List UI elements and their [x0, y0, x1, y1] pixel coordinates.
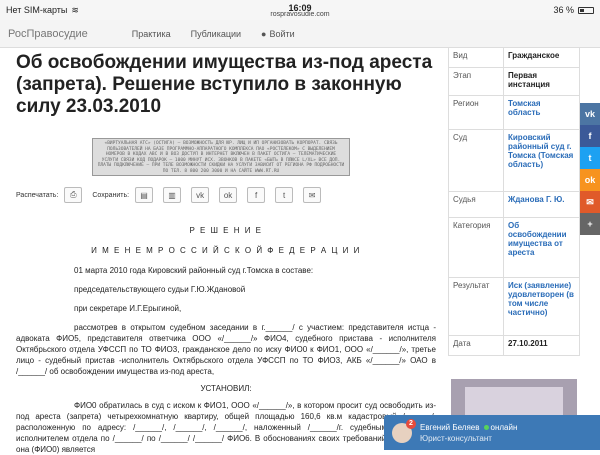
main-content: Об освобождении имущества из-под ареста … — [16, 52, 436, 118]
doc-paragraph: 01 марта 2010 года Кировский районный су… — [74, 266, 314, 275]
battery-percent: 36 % — [553, 5, 574, 15]
share-ok-button[interactable]: ok — [219, 187, 238, 203]
doc-subheading: И М Е Н Е М Р О С С И Й С К О Й Ф Е Д Е … — [91, 246, 361, 255]
consultant-name: Евгений Беляев — [420, 422, 480, 432]
info-key: Суд — [448, 129, 504, 192]
ios-status-bar: Нет SIM-карты ≋ 16:09 rospravosudie.com … — [0, 0, 600, 20]
consultant-role: Юрист-консультант — [420, 433, 492, 443]
mail-icon: ✉ — [308, 190, 316, 200]
vk-icon[interactable]: vk — [580, 103, 600, 125]
table-row: Дата 27.10.2011 — [448, 335, 580, 356]
info-value: 27.10.2011 — [503, 335, 580, 356]
mail-icon[interactable]: ✉ — [580, 191, 600, 213]
facebook-icon: f — [254, 190, 258, 200]
case-info-sidebar: Вид Гражданское Этап Первая инстанция Реги… — [448, 47, 580, 356]
nav-publications[interactable]: Публикации — [191, 29, 241, 39]
save-label: Сохранить: — [92, 191, 130, 199]
info-key: Вид — [448, 47, 504, 68]
facebook-icon[interactable]: f — [580, 125, 600, 147]
user-icon: ● — [261, 28, 267, 39]
vk-icon: vk — [196, 190, 205, 200]
table-row: Суд Кировский районный суд г. Томска (Том… — [448, 129, 580, 192]
battery-fill — [580, 8, 584, 12]
nav-login-label: Войти — [269, 28, 295, 39]
save-doc-button[interactable]: ▤ — [135, 187, 154, 203]
info-key: Категория — [448, 217, 504, 278]
info-key: Дата — [448, 335, 504, 356]
battery-area: 36 % — [553, 5, 594, 15]
category-link[interactable]: Об освобождении имущества от ареста — [503, 217, 580, 278]
info-key: Результат — [448, 277, 504, 336]
twitter-icon[interactable]: t — [580, 147, 600, 169]
nav-links: Практика Публикации ● Войти — [132, 29, 295, 39]
battery-icon — [578, 6, 594, 14]
nav-login[interactable]: ● Войти — [261, 29, 295, 39]
document-text: Р Е Ш Е Н И Е И М Е Н Е М Р О С С И Й С … — [16, 225, 436, 455]
doc-paragraph: председательствующего судьи Г.Ю.Ждановой — [74, 285, 246, 294]
doc-paragraph: при секретаре И.Г.Ерыгиной, — [74, 304, 182, 313]
twitter-icon: t — [282, 190, 286, 200]
wifi-icon: ≋ — [71, 4, 79, 15]
share-mail-button[interactable]: ✉ — [303, 187, 322, 203]
doc-paragraph: ФИО0 обратилась в суд с иском к ФИО1, ОО… — [16, 401, 436, 454]
odnoklassniki-icon[interactable]: ok — [580, 169, 600, 191]
case-info-table: Вид Гражданское Этап Первая инстанция Реги… — [448, 47, 580, 356]
chat-widget[interactable]: 2 Евгений Беляев онлайн Юрист-консультант — [384, 415, 600, 450]
region-link[interactable]: Томская область — [503, 95, 580, 130]
info-key: Этап — [448, 67, 504, 96]
printer-icon: ⎙ — [70, 190, 77, 199]
info-value: Гражданское — [503, 47, 580, 68]
table-row: Регион Томская область — [448, 95, 580, 130]
ad-banner[interactable]: «ВИРТУАЛЬНАЯ АТС» (ОСТИГА) — ВОЗМОЖНОСТЬ… — [92, 138, 350, 176]
doc-heading: Р Е Ш Е Н И Е — [189, 226, 263, 235]
share-vk-button[interactable]: vk — [191, 187, 210, 203]
page-title: Об освобождении имущества из-под ареста … — [16, 52, 433, 117]
consultant-status: онлайн — [490, 422, 518, 432]
print-button[interactable]: ⎙ — [64, 187, 83, 203]
doc-paragraph: УСТАНОВИЛ: — [200, 384, 252, 393]
table-row: Судья Жданова Г. Ю. — [448, 191, 580, 218]
doc-paragraph: рассмотрев в открытом судебном заседании… — [16, 323, 436, 376]
social-share-bar: vk f t ok ✉ + — [580, 103, 600, 235]
notification-badge: 2 — [406, 418, 416, 429]
table-row: Категория Об освобождении имущества от ар… — [448, 217, 580, 278]
info-key: Регион — [448, 95, 504, 130]
table-row: Вид Гражданское — [448, 47, 580, 68]
document-toolbar: Распечатать: ⎙ Сохранить: ▤ ▥ vk ok f t … — [16, 185, 436, 205]
share-twitter-button[interactable]: t — [275, 187, 294, 203]
print-label: Распечатать: — [16, 191, 59, 199]
carrier-area: Нет SIM-карты ≋ — [6, 5, 79, 16]
avatar: 2 — [392, 418, 416, 443]
judge-link[interactable]: Жданова Г. Ю. — [503, 191, 580, 218]
table-row: Результат Иск (заявление) удовлетворен (в… — [448, 277, 580, 336]
site-navbar: РосПравосудие Практика Публикации ● Войт… — [0, 20, 600, 48]
info-value: Первая инстанция — [503, 67, 580, 96]
share-facebook-button[interactable]: f — [247, 187, 266, 203]
doc-icon: ▤ — [140, 190, 148, 200]
nav-practice[interactable]: Практика — [132, 29, 171, 39]
pdf-icon: ▥ — [168, 190, 176, 200]
court-link[interactable]: Кировский районный суд г. Томска (Томска… — [503, 129, 580, 192]
save-pdf-button[interactable]: ▥ — [163, 187, 182, 203]
site-logo[interactable]: РосПравосудие — [8, 28, 88, 40]
more-icon[interactable]: + — [580, 213, 600, 235]
online-indicator-icon — [483, 424, 489, 430]
result-link[interactable]: Иск (заявление) удовлетворен (в том числ… — [503, 277, 580, 336]
odnoklassniki-icon: ok — [223, 190, 233, 200]
table-row: Этап Первая инстанция — [448, 67, 580, 96]
chat-info: Евгений Беляев онлайн Юрист-консультант — [420, 422, 517, 444]
status-time: 16:09 — [288, 3, 312, 13]
address-url[interactable]: rospravosudie.com — [0, 11, 600, 18]
info-key: Судья — [448, 191, 504, 218]
carrier-label: Нет SIM-карты — [6, 5, 68, 15]
